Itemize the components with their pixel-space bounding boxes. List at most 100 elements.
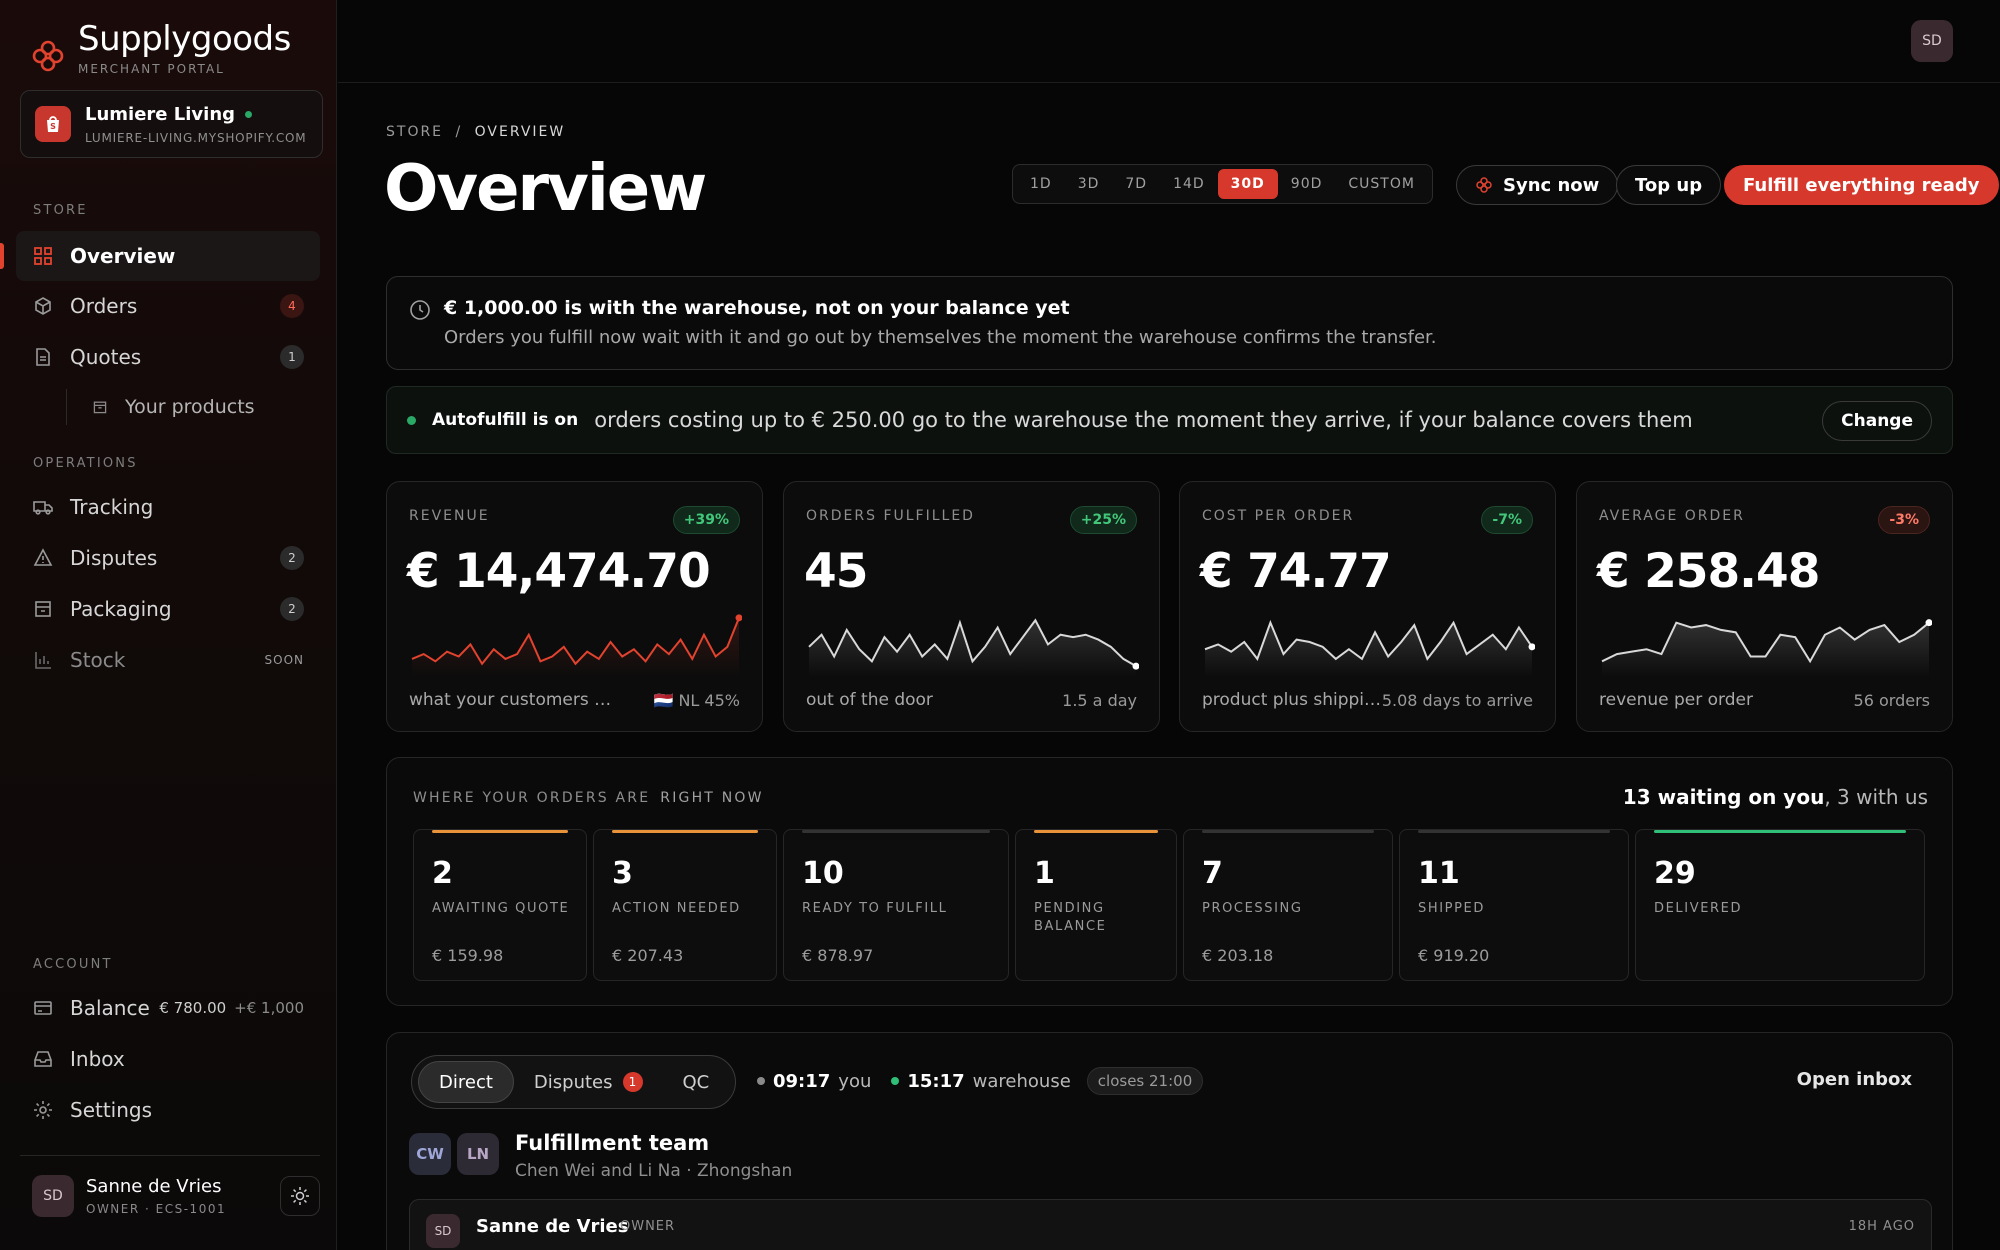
message-timestamp: 18H AGO [1848,1219,1915,1234]
sidebar-item-label: Settings [70,1098,153,1122]
soon-tag: SOON [264,653,304,667]
range-1d-button[interactable]: 1D [1017,169,1065,199]
range-custom-button[interactable]: CUSTOM [1335,169,1428,199]
sidebar-item-disputes[interactable]: Disputes 2 [16,533,320,583]
balance-pending: +€ 1,000 [234,999,304,1017]
packaging-count-badge: 2 [280,597,304,621]
kpi-sparkline [411,614,742,677]
stage-pending-balance[interactable]: 1 PENDING BALANCE [1015,829,1177,981]
kpi-card-revenue[interactable]: REVENUE +39% € 14,474.70 what your custo… [386,481,763,732]
autofulfill-status-dot [407,415,416,425]
change-autofulfill-button[interactable]: Change [1822,401,1932,441]
sidebar-item-inbox[interactable]: Inbox [16,1034,320,1084]
topbar: SD [338,0,2000,83]
kpi-card-orders-fulfilled[interactable]: ORDERS FULFILLED +25% 45 out of the door… [783,481,1160,732]
your-time: 09:17 [773,1070,831,1092]
sidebar-item-orders[interactable]: Orders 4 [16,281,320,331]
brand-logo-icon [32,40,64,72]
warehouse-time-label: warehouse [972,1070,1071,1092]
avatar: SD [426,1214,460,1248]
sync-logo-icon [1476,177,1492,193]
quotes-count-badge: 1 [280,345,304,369]
stage-amount: € 203.18 [1202,946,1274,965]
kpi-sparkline [1204,619,1535,677]
tab-direct[interactable]: Direct [418,1061,514,1103]
tab-disputes[interactable]: Disputes 1 [514,1061,663,1103]
theme-toggle-button[interactable] [280,1175,320,1216]
pipeline-summary: 13 waiting on you, 3 with us [1622,785,1928,809]
sidebar-item-tracking[interactable]: Tracking [16,482,320,532]
account-avatar[interactable]: SD [1911,20,1953,62]
card-icon [32,997,54,1019]
sync-now-label: Sync now [1503,174,1600,196]
sidebar-item-label: Orders [70,294,138,318]
range-30d-button[interactable]: 30D [1217,169,1278,199]
stage-count: 1 [1034,856,1055,891]
sidebar-item-quotes[interactable]: Quotes 1 [16,332,320,382]
stage-delivered[interactable]: 29 DELIVERED [1635,829,1925,981]
stage-amount: € 878.97 [802,946,874,965]
kpi-caption: product plus shipping [1202,690,1382,710]
fulfill-everything-button[interactable]: Fulfill everything ready [1724,165,1999,205]
stage-name: READY TO FULFILL [802,901,948,916]
sync-now-button[interactable]: Sync now [1456,165,1619,205]
brand-subtitle: MERCHANT PORTAL [78,62,225,76]
top-up-button[interactable]: Top up [1616,165,1722,205]
range-3d-button[interactable]: 3D [1065,169,1113,199]
stage-indicator-bar [432,830,568,833]
stage-count: 2 [432,856,453,891]
sidebar-item-label: Your products [125,396,255,418]
range-7d-button[interactable]: 7D [1112,169,1160,199]
user-name: Sanne de Vries [86,1175,222,1197]
stage-shipped[interactable]: 11 SHIPPED € 919.20 [1399,829,1629,981]
sidebar-item-your-products[interactable]: Your products [66,389,320,425]
kpi-caption: revenue per order [1599,690,1753,710]
store-domain: LUMIERE-LIVING.MYSHOPIFY.COM [85,130,307,145]
open-inbox-link[interactable]: Open inbox [1797,1069,1912,1090]
kpi-meta: 56 orders [1853,691,1930,710]
sidebar-item-packaging[interactable]: Packaging 2 [16,584,320,634]
sidebar-item-label: Inbox [70,1047,125,1071]
sidebar-item-stock[interactable]: Stock SOON [16,635,320,685]
section-label-store: STORE [33,203,88,218]
stage-indicator-bar [612,830,758,833]
brand[interactable]: Supplygoods MERCHANT PORTAL [30,22,291,76]
sidebar-item-label: Tracking [70,495,154,519]
stage-action-needed[interactable]: 3 ACTION NEEDED € 207.43 [593,829,777,981]
kpi-card-cost-per-order[interactable]: COST PER ORDER -7% € 74.77 product plus … [1179,481,1556,732]
tab-qc[interactable]: QC [663,1061,730,1103]
page-title: Overview [384,152,707,226]
store-name: Lumiere Living [85,104,306,125]
range-14d-button[interactable]: 14D [1160,169,1218,199]
kpi-caption: out of the door [806,690,933,710]
range-90d-button[interactable]: 90D [1278,169,1336,199]
inbox-tabs: Direct Disputes 1 QC [411,1055,737,1109]
user-profile[interactable]: SD Sanne de Vries OWNER · ECS-1001 [20,1155,320,1235]
sparkline-endpoint [735,614,742,622]
kpi-card-average-order[interactable]: AVERAGE ORDER -3% € 258.48 revenue per o… [1576,481,1953,732]
kpi-meta: 1.5 a day [1062,691,1137,710]
stage-processing[interactable]: 7 PROCESSING € 203.18 [1183,829,1393,981]
breadcrumb-root[interactable]: STORE [386,124,443,140]
stage-ready-to-fulfill[interactable]: 10 READY TO FULFILL € 878.97 [783,829,1009,981]
stage-name: AWAITING QUOTE [432,901,570,916]
message-item[interactable]: SD Sanne de Vries OWNER 18H AGO [409,1199,1932,1250]
message-author: Sanne de Vries [476,1216,629,1237]
store-switcher[interactable]: S Lumiere Living LUMIERE-LIVING.MYSHOPIF… [20,90,323,158]
sidebar-item-overview[interactable]: Overview [0,231,320,281]
thread-title[interactable]: Fulfillment team [515,1131,709,1155]
inbox-panel: Direct Disputes 1 QC 09:17 you 15:17 ware… [386,1032,1953,1250]
bar-chart-icon [32,649,54,671]
disputes-count-badge: 2 [280,546,304,570]
store-status-dot [245,110,253,118]
sidebar-item-label: Packaging [70,597,172,621]
stage-count: 3 [612,856,633,891]
your-time-label: you [838,1070,872,1092]
kpi-meta: 5.08 days to arrive [1381,691,1533,710]
sidebar-item-balance[interactable]: Balance € 780.00 +€ 1,000 [16,983,320,1033]
stage-count: 10 [802,856,844,891]
stage-awaiting-quote[interactable]: 2 AWAITING QUOTE € 159.98 [413,829,587,981]
your-status-dot [757,1077,765,1085]
sidebar-item-settings[interactable]: Settings [16,1085,320,1135]
autofulfill-banner: Autofulfill is on orders costing up to €… [386,386,1953,454]
